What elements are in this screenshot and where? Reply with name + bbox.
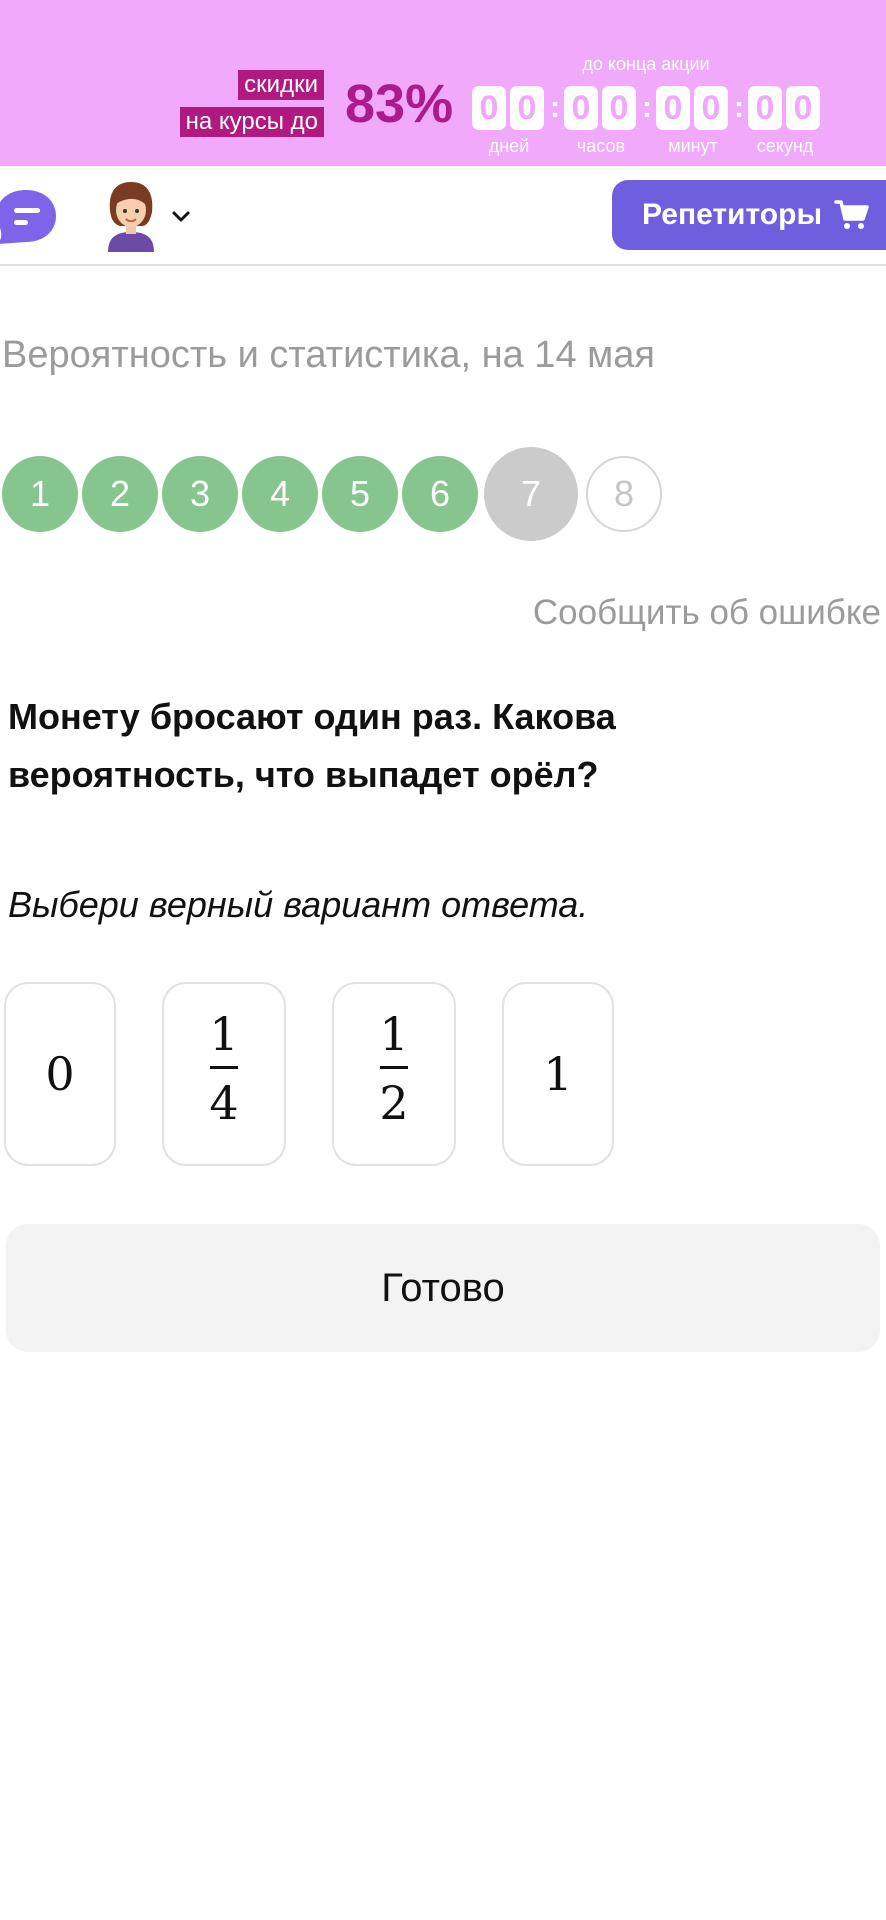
timer-digit-minutes-1: 0 (656, 86, 690, 130)
timer-digit-minutes-2: 0 (694, 86, 728, 130)
answer-value: 0 (45, 1047, 75, 1101)
chat-bubble-icon[interactable] (0, 188, 58, 246)
fraction: 1 4 (164, 1006, 284, 1131)
answer-value: 1 (543, 1047, 573, 1101)
timer-digit-days-2: 0 (510, 86, 544, 130)
fraction: 1 2 (334, 1006, 454, 1131)
fraction-denominator: 2 (379, 1076, 409, 1130)
step-8[interactable]: 8 (586, 456, 662, 532)
cart-icon (834, 199, 870, 231)
timer-unit-minutes: минут (668, 136, 718, 156)
timer-caption: до конца акции (582, 54, 710, 74)
fraction-numerator: 1 (209, 1007, 239, 1061)
timer-digit-hours-1: 0 (564, 86, 598, 130)
step-4[interactable]: 4 (242, 456, 318, 532)
question-text: Монету бросают один раз. Какова вероятно… (8, 696, 616, 795)
instruction-text: Выбери верный вариант ответа. (8, 884, 589, 925)
fraction-numerator: 1 (379, 1007, 409, 1061)
answer-option-1[interactable]: 1 (502, 982, 614, 1166)
timer-separator: : (734, 91, 744, 124)
report-error-link[interactable]: Сообщить об ошибке (533, 588, 881, 638)
lesson-title: Вероятность и статистика, на 14 мая (2, 334, 655, 376)
timer-separator: : (642, 91, 652, 124)
answer-option-0[interactable]: 0 (4, 982, 116, 1166)
submit-button[interactable]: Готово (6, 1224, 880, 1352)
timer-unit-hours: часов (576, 136, 626, 156)
step-1[interactable]: 1 (2, 456, 78, 532)
tutors-button-label: Репетиторы (642, 198, 823, 231)
promo-tag-discounts: скидки (238, 70, 324, 100)
fraction-bar (210, 1066, 238, 1069)
avatar-icon[interactable] (100, 180, 162, 252)
timer-digit-seconds-2: 0 (786, 86, 820, 130)
timer-digit-days-1: 0 (472, 86, 506, 130)
promo-banner[interactable]: скидки на курсы до 83% до конца акции 0 … (0, 0, 886, 166)
answer-option-one-half[interactable]: 1 2 (332, 982, 456, 1166)
step-7-current[interactable]: 7 (484, 447, 578, 541)
step-2[interactable]: 2 (82, 456, 158, 532)
top-header: Репетиторы (0, 166, 886, 266)
fraction-denominator: 4 (209, 1076, 239, 1130)
timer-digit-seconds-1: 0 (748, 86, 782, 130)
step-6[interactable]: 6 (402, 456, 478, 532)
tutors-button[interactable]: Репетиторы (612, 180, 886, 250)
step-3[interactable]: 3 (162, 456, 238, 532)
step-5[interactable]: 5 (322, 456, 398, 532)
answer-option-one-quarter[interactable]: 1 4 (162, 982, 286, 1166)
timer-digit-hours-2: 0 (602, 86, 636, 130)
promo-tag-courses: на курсы до (179, 107, 324, 137)
timer-unit-days: дней (488, 136, 530, 156)
timer-unit-seconds: секунд (756, 136, 814, 156)
fraction-bar (380, 1066, 408, 1069)
promo-percent: 83% (345, 74, 454, 134)
timer-separator: : (550, 91, 560, 124)
chevron-down-icon[interactable] (170, 206, 192, 228)
